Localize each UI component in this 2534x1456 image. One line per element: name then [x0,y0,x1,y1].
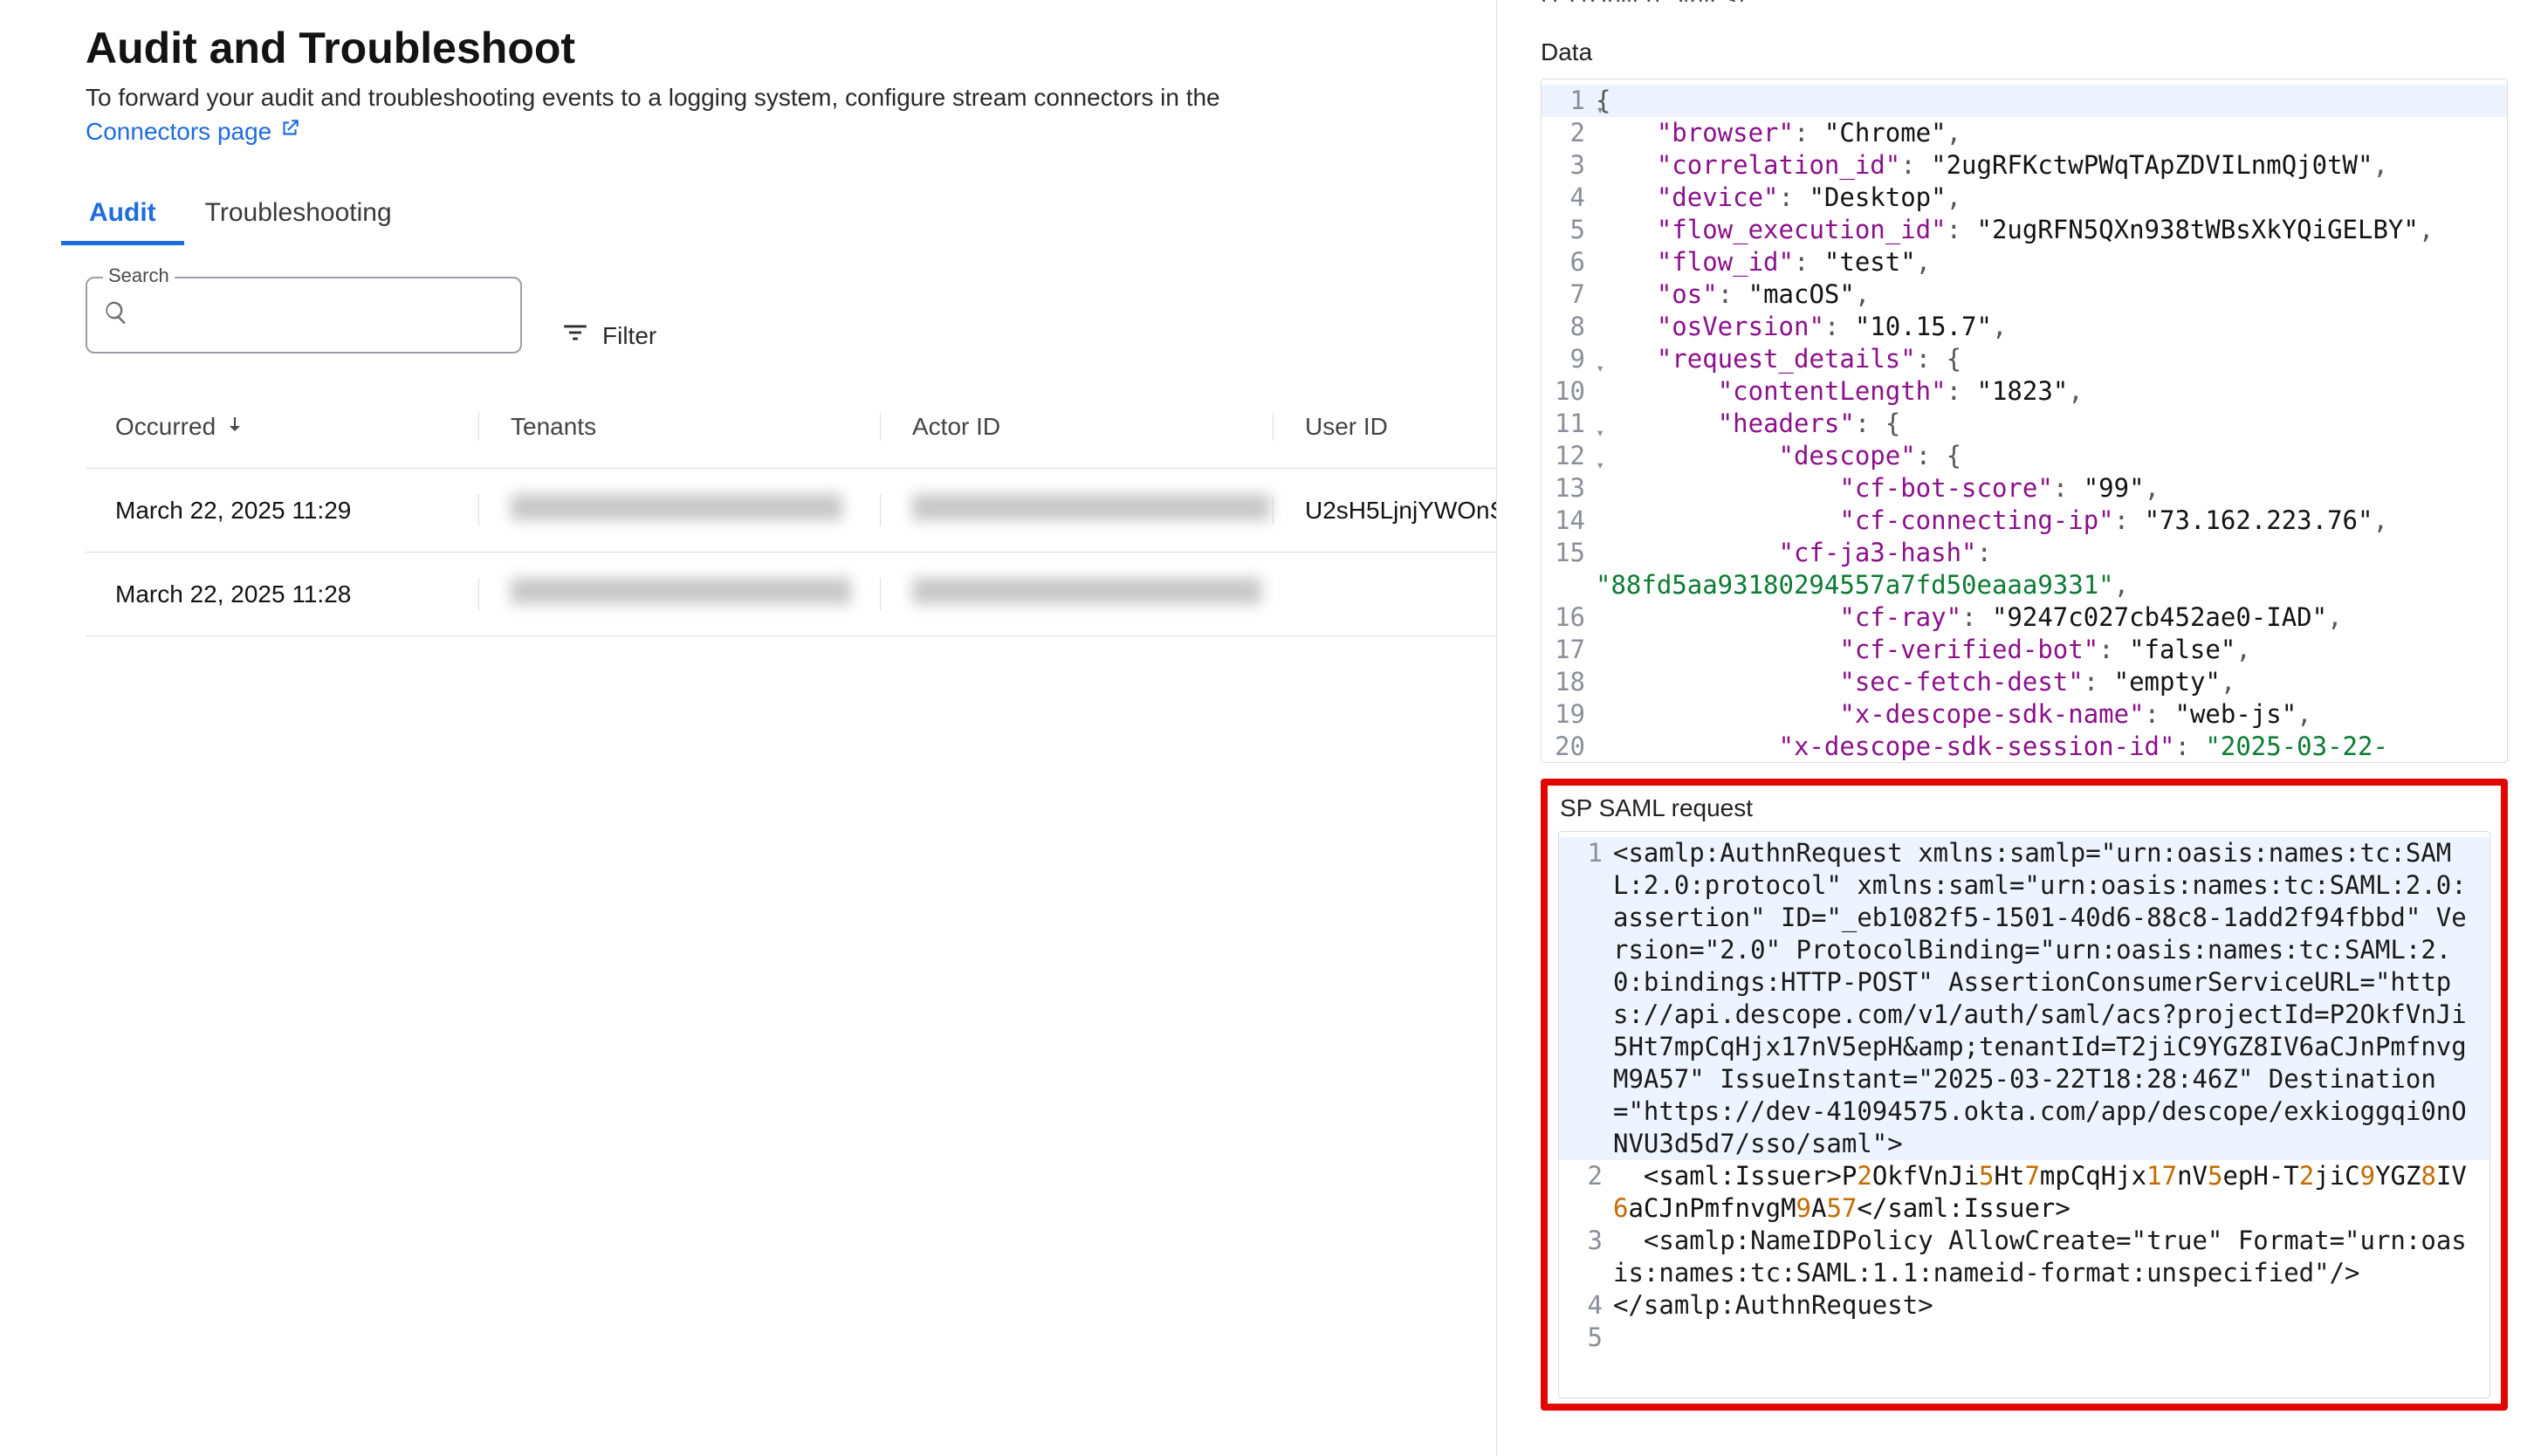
cell-tenants [478,494,880,526]
sort-desc-icon [224,413,245,441]
tabs: Audit Troubleshooting [86,186,1496,247]
connectors-page-link-label: Connectors page [86,118,271,146]
detail-top-fragment: US (United States) [1541,0,2508,2]
search-label: Search [103,264,175,287]
redacted-value [511,578,851,604]
cell-tenants [478,578,880,610]
search-box[interactable] [86,277,522,354]
cell-occurred: March 22, 2025 11:28 [86,580,478,608]
page-subtitle: To forward your audit and troubleshootin… [86,84,1308,112]
search-field-wrap: Search [86,277,522,354]
connectors-page-link[interactable]: Connectors page [86,117,301,146]
cell-actor [880,578,1273,610]
search-input[interactable] [140,301,505,330]
redacted-value [912,578,1261,604]
page-title: Audit and Troubleshoot [86,23,1496,73]
th-user-label: User ID [1305,413,1388,441]
th-occurred[interactable]: Occurred [86,413,478,441]
table-row[interactable]: March 22, 2025 11:29 U2sH5LjnjYWOnShiil [86,469,1496,553]
redacted-value [912,494,1270,520]
redacted-value [511,494,842,520]
left-panel: Audit and Troubleshoot To forward your a… [0,0,1497,1456]
tab-audit[interactable]: Audit [86,186,160,245]
filter-label: Filter [602,322,656,350]
table-header-row: Occurred Tenants Actor ID User ID [86,385,1496,469]
th-tenants-label: Tenants [511,413,596,441]
controls-row: Search Filter [86,277,1496,354]
cell-occurred: March 22, 2025 11:29 [86,497,478,525]
search-icon [103,299,129,332]
saml-xml-viewer[interactable]: 1<samlp:AuthnRequest xmlns:samlp="urn:oa… [1558,831,2490,1398]
cell-user: U2sH5LjnjYWOnShiil [1273,497,1496,525]
cell-actor [880,494,1273,526]
data-json-viewer[interactable]: 1▾{2 "browser": "Chrome",3 "correlation_… [1541,79,2508,763]
data-section-label: Data [1541,38,2508,66]
external-link-icon [278,117,301,146]
filter-button[interactable]: Filter [560,318,656,354]
audit-table: Occurred Tenants Actor ID User ID March … [86,385,1496,636]
tab-troubleshooting[interactable]: Troubleshooting [202,186,395,245]
saml-section-label: SP SAML request [1560,794,2490,822]
th-actor-label: Actor ID [912,413,1000,441]
th-occurred-label: Occurred [115,413,216,441]
filter-icon [560,318,590,354]
detail-panel: US (United States) Data 1▾{2 "browser": … [1497,0,2534,1456]
th-tenants[interactable]: Tenants [478,413,880,441]
th-user[interactable]: User ID [1273,413,1496,441]
sp-saml-request-highlight: SP SAML request 1<samlp:AuthnRequest xml… [1541,779,2508,1411]
th-actor[interactable]: Actor ID [880,413,1273,441]
table-row[interactable]: March 22, 2025 11:28 [86,553,1496,636]
